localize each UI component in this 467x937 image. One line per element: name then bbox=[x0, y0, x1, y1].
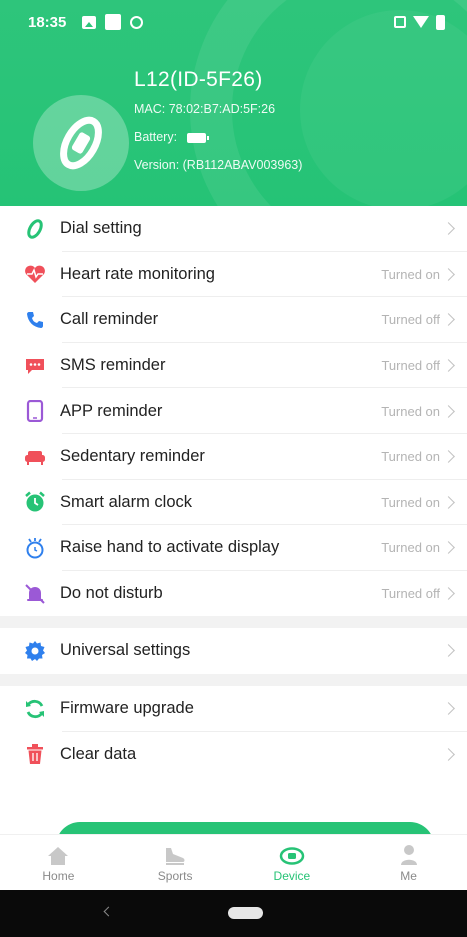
chevron-right-icon bbox=[442, 268, 455, 281]
chevron-right-icon bbox=[442, 222, 455, 236]
sync-notification-icon bbox=[130, 15, 144, 29]
menu-label: Call reminder bbox=[60, 310, 159, 329]
tab-label: Sports bbox=[157, 869, 193, 883]
chevron-right-icon bbox=[442, 587, 455, 600]
battery-status-icon bbox=[436, 14, 445, 30]
menu-firmware-upgrade[interactable]: Firmware upgrade bbox=[0, 686, 467, 732]
menu-clear-data[interactable]: Clear data bbox=[0, 732, 467, 778]
vibrate-icon bbox=[394, 16, 406, 28]
chevron-right-icon bbox=[442, 495, 455, 509]
menu-status: Turned on bbox=[381, 449, 440, 465]
menu-dial-setting[interactable]: Dial setting bbox=[0, 206, 467, 252]
universal-settings-section: Universal settings bbox=[0, 628, 467, 674]
bottom-tab-bar: Home Sports Device Me bbox=[0, 834, 467, 890]
home-pill-icon[interactable] bbox=[228, 907, 263, 919]
tab-me[interactable]: Me bbox=[350, 835, 467, 890]
menu-call-reminder[interactable]: Call reminder Turned off bbox=[0, 297, 467, 343]
chevron-right-icon bbox=[442, 644, 455, 658]
trash-icon bbox=[27, 744, 43, 765]
menu-status: Turned on bbox=[381, 540, 440, 556]
device-name: L12(ID-5F26) bbox=[134, 68, 263, 91]
menu-raise-hand[interactable]: Raise hand to activate display Turned on bbox=[0, 525, 467, 571]
battery-level-icon bbox=[186, 132, 209, 143]
refresh-icon bbox=[26, 699, 44, 718]
menu-label: Sedentary reminder bbox=[60, 447, 205, 466]
heart-icon bbox=[25, 265, 45, 284]
phone-icon bbox=[27, 311, 43, 328]
raise-hand-icon bbox=[26, 537, 44, 559]
tab-label: Me bbox=[400, 869, 417, 883]
chevron-right-icon bbox=[442, 313, 455, 327]
menu-status: Turned off bbox=[381, 586, 440, 602]
menu-label: Heart rate monitoring bbox=[60, 264, 215, 283]
sofa-icon bbox=[25, 450, 45, 465]
section-divider bbox=[0, 616, 467, 628]
menu-status: Turned on bbox=[381, 403, 440, 419]
bell-off-icon bbox=[25, 583, 45, 604]
wifi-icon bbox=[413, 16, 429, 28]
battery-label: Battery: bbox=[134, 130, 178, 144]
menu-status: Turned off bbox=[381, 358, 440, 374]
tab-device[interactable]: Device bbox=[234, 835, 351, 890]
menu-heart-rate[interactable]: Heart rate monitoring Turned on bbox=[0, 252, 467, 298]
dial-icon bbox=[27, 219, 43, 239]
gallery-notification-icon bbox=[82, 15, 97, 29]
maintenance-section: Firmware upgrade Clear data bbox=[0, 686, 467, 778]
menu-sedentary-reminder[interactable]: Sedentary reminder Turned on bbox=[0, 434, 467, 480]
menu-label: SMS reminder bbox=[60, 356, 166, 375]
chevron-right-icon bbox=[442, 450, 455, 464]
app-icon bbox=[26, 400, 44, 423]
menu-status: Turned on bbox=[381, 494, 440, 510]
alarm-icon bbox=[25, 491, 45, 512]
device-version: Version: (RB112ABAV003963) bbox=[134, 158, 303, 172]
device-mac: MAC: 78:02:B7:AD:5F:26 bbox=[134, 102, 276, 116]
menu-smart-alarm[interactable]: Smart alarm clock Turned on bbox=[0, 480, 467, 526]
home-icon bbox=[48, 847, 69, 865]
menu-label: Smart alarm clock bbox=[60, 492, 193, 511]
menu-label: Clear data bbox=[60, 744, 137, 763]
section-divider bbox=[0, 674, 467, 686]
sms-icon bbox=[26, 358, 44, 374]
menu-do-not-disturb[interactable]: Do not disturb Turned off bbox=[0, 571, 467, 617]
menu-label: Do not disturb bbox=[60, 584, 163, 603]
device-info: L12(ID-5F26) MAC: 78:02:B7:AD:5F:26 Batt… bbox=[134, 68, 302, 172]
shoe-icon bbox=[166, 848, 185, 865]
menu-sms-reminder[interactable]: SMS reminder Turned off bbox=[0, 343, 467, 389]
status-bar: 18:35 bbox=[0, 0, 467, 44]
tab-label: Home bbox=[42, 869, 75, 883]
menu-label: Firmware upgrade bbox=[60, 699, 194, 718]
chevron-right-icon bbox=[442, 404, 455, 418]
person-icon bbox=[400, 845, 417, 865]
device-logo bbox=[33, 95, 129, 191]
menu-label: Raise hand to activate display bbox=[60, 538, 280, 557]
system-nav-bar bbox=[0, 890, 467, 937]
tab-home[interactable]: Home bbox=[0, 835, 117, 890]
back-icon[interactable] bbox=[103, 906, 114, 917]
settings-list: Dial setting Heart rate monitoring Turne… bbox=[0, 206, 467, 617]
tab-sports[interactable]: Sports bbox=[117, 835, 234, 890]
menu-label: Universal settings bbox=[60, 641, 191, 660]
status-indicators bbox=[394, 14, 445, 30]
app-notification-icon bbox=[105, 14, 122, 30]
tab-label: Device bbox=[273, 869, 311, 883]
device-header: 18:35 L12(ID-5F26) MAC: 78:02:B7:AD:5F:2… bbox=[0, 0, 467, 206]
menu-status: Turned off bbox=[381, 312, 440, 328]
chevron-right-icon bbox=[442, 748, 455, 761]
watch-icon bbox=[279, 847, 305, 865]
menu-label: Dial setting bbox=[60, 219, 142, 238]
chevron-right-icon bbox=[442, 702, 455, 716]
chevron-right-icon bbox=[442, 359, 455, 372]
status-time: 18:35 bbox=[28, 13, 67, 31]
gear-icon bbox=[25, 640, 45, 661]
menu-universal-settings[interactable]: Universal settings bbox=[0, 628, 467, 674]
menu-status: Turned on bbox=[381, 266, 440, 282]
menu-label: APP reminder bbox=[60, 401, 163, 420]
device-battery: Battery: bbox=[134, 130, 302, 144]
menu-app-reminder[interactable]: APP reminder Turned on bbox=[0, 388, 467, 434]
watch-logo-icon bbox=[60, 116, 102, 170]
chevron-right-icon bbox=[442, 541, 455, 555]
